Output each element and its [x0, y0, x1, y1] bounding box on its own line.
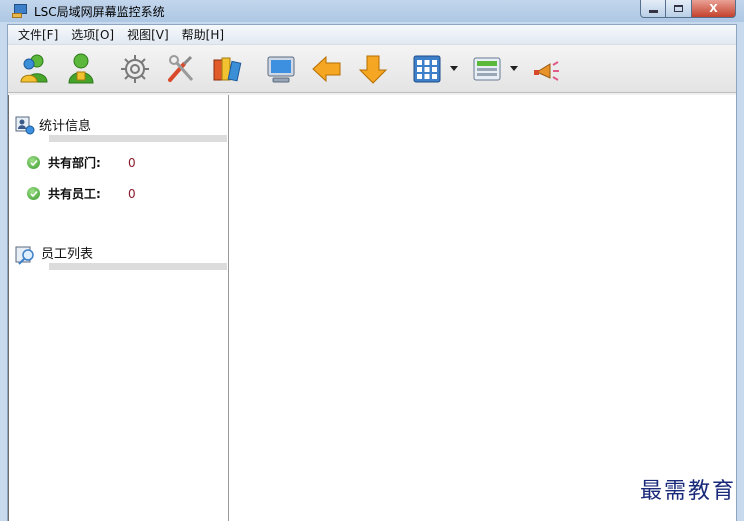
switch-button[interactable] [466, 48, 508, 90]
stat-employees-label: 共有员工: [48, 187, 101, 201]
monitor-button[interactable] [260, 48, 302, 90]
employee-divider [49, 263, 227, 270]
stat-employees: 共有员工: 0 [27, 185, 136, 202]
user-icon [68, 53, 94, 83]
title-bar[interactable]: LSC局域网屏幕监控系统 X [0, 0, 744, 22]
stats-section-header[interactable]: 统计信息 [15, 115, 91, 135]
tools-icon [168, 54, 194, 82]
books-icon [213, 57, 242, 81]
user-button[interactable] [60, 48, 102, 90]
settings-button[interactable] [114, 48, 156, 90]
chevron-down-icon [510, 66, 518, 71]
menu-file[interactable]: 文件[F] [14, 26, 62, 43]
download-button[interactable] [352, 48, 394, 90]
minimize-button[interactable] [640, 0, 666, 18]
menu-bar: 文件[F] 选项[O] 视图[V] 帮助[H] [8, 25, 736, 45]
stats-divider [49, 135, 227, 142]
toolbar [8, 45, 736, 93]
stats-section-title: 统计信息 [39, 119, 92, 134]
stat-employees-value: 0 [128, 186, 136, 201]
window-title: LSC局域网屏幕监控系统 [34, 4, 165, 19]
broadcast-button[interactable] [526, 48, 568, 90]
employee-section-header[interactable]: 员工列表 [15, 243, 93, 265]
arrow-left-icon [312, 55, 341, 82]
menu-help[interactable]: 帮助[H] [178, 26, 228, 43]
window-controls: X [640, 0, 736, 18]
switch-icon [473, 57, 501, 80]
maximize-button[interactable] [666, 0, 692, 18]
app-icon [12, 4, 28, 18]
monitor-view-area[interactable] [229, 95, 736, 521]
arrow-down-icon [358, 55, 388, 84]
grid-view-dropdown[interactable] [448, 54, 460, 84]
grid-view-button[interactable] [406, 48, 448, 90]
check-icon [27, 187, 40, 200]
tools-button[interactable] [160, 48, 202, 90]
broadcast-icon [534, 60, 559, 81]
minimize-icon [648, 10, 658, 13]
check-icon [27, 156, 40, 169]
gear-icon [121, 54, 149, 83]
maximize-icon [674, 5, 683, 12]
grid-view-icon [413, 55, 441, 82]
sidebar: 统计信息 共有部门: 0 共有员工: 0 员工列表 [8, 95, 229, 521]
add-user-icon [20, 54, 48, 82]
close-icon: X [709, 2, 718, 15]
books-button[interactable] [206, 48, 248, 90]
monitor-icon [267, 56, 295, 82]
switch-dropdown[interactable] [508, 54, 520, 84]
watermark: 最需教育 [639, 479, 736, 504]
stat-departments-label: 共有部门: [48, 156, 101, 170]
close-button[interactable]: X [692, 0, 736, 18]
stat-departments-value: 0 [128, 155, 136, 170]
menu-view[interactable]: 视图[V] [123, 26, 173, 43]
stat-departments: 共有部门: 0 [27, 154, 136, 171]
employee-search-icon [15, 246, 34, 265]
employee-section-title: 员工列表 [41, 247, 94, 262]
add-user-button[interactable] [14, 48, 56, 90]
main-window: 文件[F] 选项[O] 视图[V] 帮助[H] 统计信息 共有部门: 0 共有员… [7, 24, 737, 521]
chevron-down-icon [450, 66, 458, 71]
back-button[interactable] [306, 48, 348, 90]
menu-options[interactable]: 选项[O] [67, 26, 118, 43]
content-area: 统计信息 共有部门: 0 共有员工: 0 员工列表 [8, 95, 736, 521]
stats-icon [15, 116, 35, 135]
